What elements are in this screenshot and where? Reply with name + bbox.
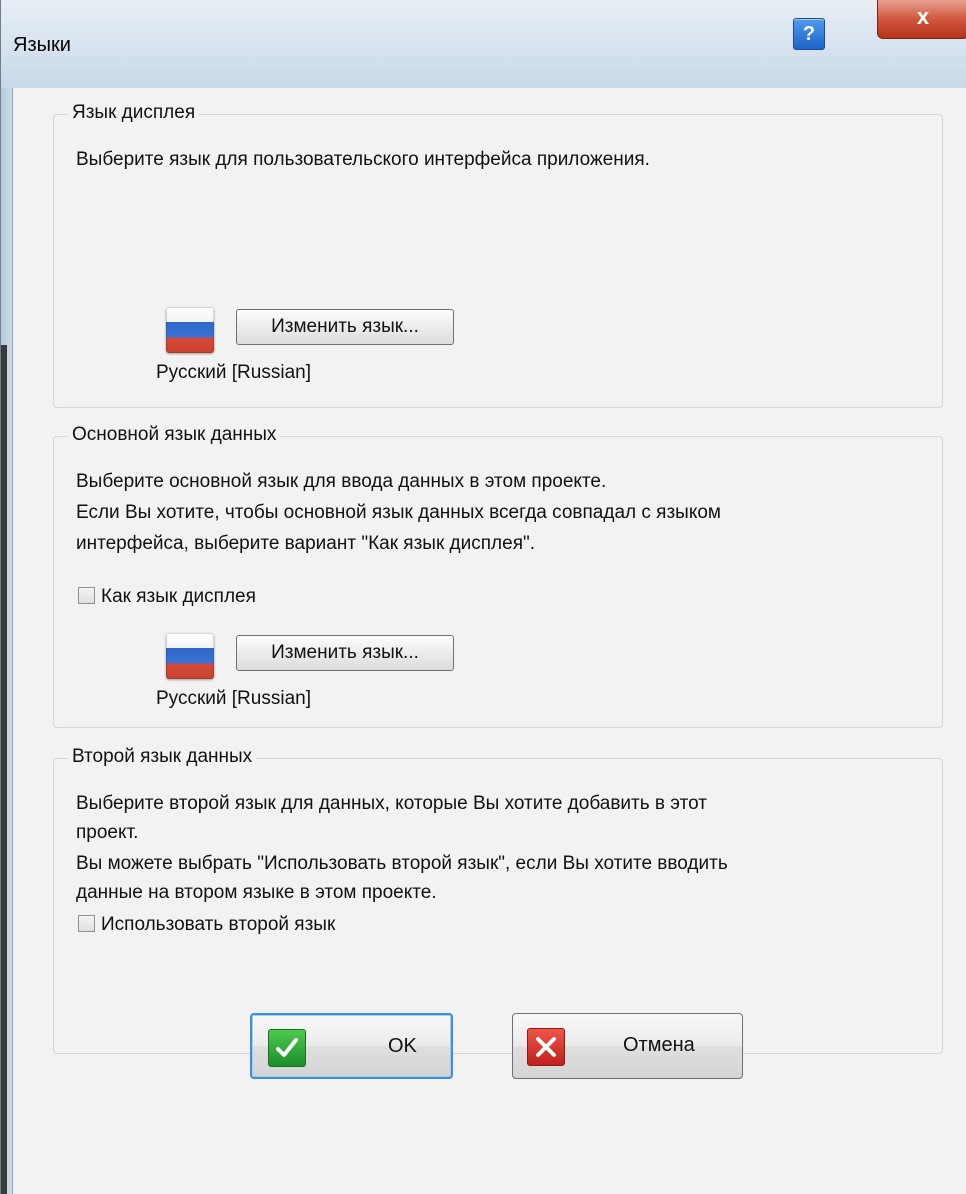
second-data-language-group: Второй язык данных Выберите второй язык … [53,745,943,1054]
close-button[interactable]: x [877,0,966,39]
primary-language-current: Русский [Russian] [156,688,311,709]
second-data-language-description-4: данные на втором языке в этом проекте. [76,882,437,903]
change-primary-language-button[interactable]: Изменить язык... [236,635,454,671]
same-as-display-label: Как язык дисплея [101,586,256,607]
display-language-group: Язык дисплея Выберите язык для пользоват… [53,101,943,408]
red-x-icon [527,1028,565,1066]
display-language-description: Выберите язык для пользовательского инте… [76,149,650,170]
use-second-language-checkbox-row[interactable]: Использовать второй язык [78,913,335,937]
russian-flag-icon [166,307,214,353]
same-as-display-checkbox-row[interactable]: Как язык дисплея [78,585,256,609]
primary-data-language-legend: Основной язык данных [68,423,281,447]
ok-button-label: OK [388,1035,417,1057]
second-data-language-description-2: проект. [76,822,139,843]
primary-data-language-description-2: Если Вы хотите, чтобы основной язык данн… [76,502,721,523]
dialog-client-area: Язык дисплея Выберите язык для пользоват… [12,88,966,1194]
primary-data-language-group: Основной язык данных Выберите основной я… [53,423,943,728]
ok-button[interactable]: OK [250,1013,453,1079]
cancel-button-label: Отмена [623,1034,695,1056]
second-data-language-description-1: Выберите второй язык для данных, которые… [76,793,707,814]
cancel-button[interactable]: Отмена [512,1013,743,1079]
display-language-current: Русский [Russian] [156,362,311,383]
display-language-legend: Язык дисплея [68,101,200,125]
background-window-edge [1,345,7,1194]
russian-flag-icon [166,633,214,679]
primary-data-language-description-3: интерфейса, выберите вариант "Как язык д… [76,533,536,554]
green-check-icon [268,1029,306,1067]
help-button[interactable]: ? [793,18,825,50]
second-data-language-legend: Второй язык данных [68,745,257,769]
dialog-window: Языки ? x Язык дисплея Выберите язык для… [0,0,966,1194]
second-data-language-description-3: Вы можете выбрать "Использовать второй я… [76,853,728,874]
title-bar[interactable]: Языки ? x [1,0,966,88]
use-second-language-checkbox[interactable] [78,915,95,932]
window-title: Языки [13,34,71,56]
primary-data-language-description-1: Выберите основной язык для ввода данных … [76,471,607,492]
same-as-display-checkbox[interactable] [78,587,95,604]
change-display-language-button[interactable]: Изменить язык... [236,309,454,345]
use-second-language-label: Использовать второй язык [101,914,336,935]
